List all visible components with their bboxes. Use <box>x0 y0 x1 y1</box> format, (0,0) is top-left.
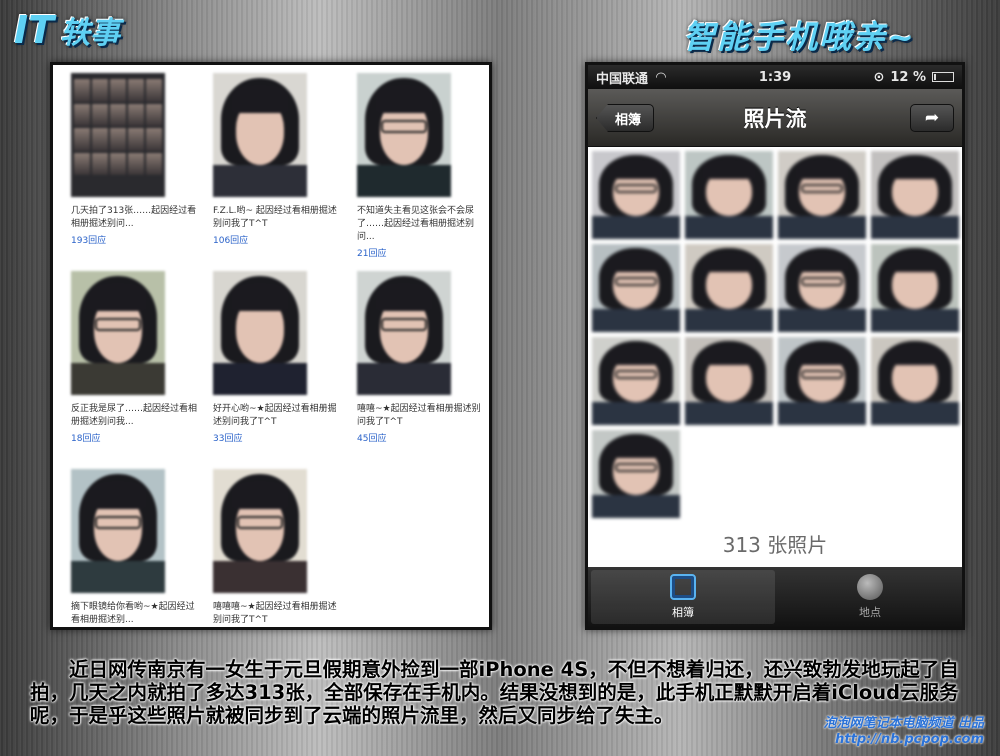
photo-stream-thumbnail[interactable] <box>592 151 680 239</box>
photo-stream-thumbnail[interactable] <box>685 244 773 332</box>
photo-thumbnail[interactable] <box>71 271 165 395</box>
page-headline: 智能手机哦亲~ <box>683 18 916 56</box>
photo-caption: 反正我是尿了……起因经过看相册掘述别问我... <box>71 404 198 427</box>
photo-thumbnail[interactable] <box>357 271 451 395</box>
page-title: 照片流 <box>743 106 807 131</box>
credit-url[interactable]: http://nb.pcpop.com <box>835 732 984 747</box>
photo-stream-thumbnail[interactable] <box>871 244 959 332</box>
list-item[interactable]: 几天拍了313张……起因经过看相册掘述别问... 193回应 <box>71 73 196 246</box>
tab-label: 相簿 <box>672 606 694 619</box>
reply-count-link[interactable]: 193回应 <box>71 233 171 246</box>
photo-caption: 嘻嘻嘻~★起因经过看相册掘述别问我了T^T <box>213 602 337 625</box>
photo-caption: 摘下眼镜给你看哟~★起因经过看相册掘述别... <box>71 602 195 625</box>
photo-stream-thumbnail[interactable] <box>592 430 680 518</box>
battery-percent: 12 % <box>890 69 926 85</box>
photo-stream-thumbnail[interactable] <box>871 151 959 239</box>
photo-stream-thumbnail[interactable] <box>778 337 866 425</box>
photo-caption: 好开心哟~★起因经过看相册掘述别问我了T^T <box>213 404 337 427</box>
lock-icon: ⊙ <box>873 69 885 85</box>
photo-thumbnail[interactable] <box>71 73 165 197</box>
photo-stream-thumbnail[interactable] <box>778 151 866 239</box>
photo-thumbnail[interactable] <box>357 73 451 197</box>
iphone-photo-stream-screen: 中国联通 ◠ 1:39 ⊙ 12 % 相簿 照片流 ➦ 313 张照片 相簿 地… <box>585 62 965 630</box>
tab-bar: 相簿 地点 <box>588 567 962 627</box>
globe-icon <box>857 574 883 600</box>
photo-caption: 几天拍了313张……起因经过看相册掘述别问... <box>71 206 197 229</box>
list-item[interactable]: F.Z.L.哟~ 起因经过看相册掘述别问我了T^T 106回应 <box>213 73 337 246</box>
list-item[interactable]: 好开心哟~★起因经过看相册掘述别问我了T^T 33回应 <box>213 271 337 444</box>
list-item[interactable]: 不知道失主看见这张会不会尿了……起因经过看相册掘述别问... 21回应 <box>357 73 474 259</box>
reply-count-link[interactable]: 45回应 <box>357 431 457 444</box>
photo-thumbnail[interactable] <box>213 73 307 197</box>
tab-albums[interactable]: 相簿 <box>591 570 775 624</box>
list-item[interactable]: 嘻嘻嘻~★起因经过看相册掘述别问我了T^T <box>213 469 337 629</box>
photo-stream-thumbnail[interactable] <box>685 151 773 239</box>
wifi-icon: ◠ <box>656 69 667 85</box>
list-item[interactable]: 嘻嘻~★起因经过看相册掘述别问我了T^T 45回应 <box>357 271 481 444</box>
it-anecdote-logo: IT 轶事 <box>14 8 120 52</box>
list-item[interactable]: 摘下眼镜给你看哟~★起因经过看相册掘述别... <box>71 469 195 629</box>
photo-caption: F.Z.L.哟~ 起因经过看相册掘述别问我了T^T <box>213 206 337 229</box>
reply-count-link[interactable]: 106回应 <box>213 233 313 246</box>
photo-stream-thumbnail[interactable] <box>592 244 680 332</box>
navigation-bar: 相簿 照片流 ➦ <box>588 89 962 147</box>
back-to-albums-button[interactable]: 相簿 <box>596 104 655 132</box>
list-item[interactable]: 反正我是尿了……起因经过看相册掘述别问我... 18回应 <box>71 271 197 444</box>
carrier-label: 中国联通 <box>596 71 649 87</box>
photo-stream-thumbnail[interactable] <box>592 337 680 425</box>
photo-caption: 嘻嘻~★起因经过看相册掘述别问我了T^T <box>357 404 481 427</box>
albums-icon <box>670 574 696 600</box>
logo-cn-text: 轶事 <box>60 16 121 51</box>
photo-thumbnail[interactable] <box>213 469 307 593</box>
forum-photo-grid: 几天拍了313张……起因经过看相册掘述别问... 193回应 F.Z.L.哟~ … <box>50 62 492 630</box>
photo-thumbnail[interactable] <box>213 271 307 395</box>
photo-caption: 不知道失主看见这张会不会尿了……起因经过看相册掘述别问... <box>357 206 475 242</box>
status-bar: 中国联通 ◠ 1:39 ⊙ 12 % <box>588 65 962 89</box>
reply-count-link[interactable]: 33回应 <box>213 431 313 444</box>
credit-line: 泡泡网笔记本电脑频道 出品 <box>823 716 984 731</box>
photo-count-label: 313 张照片 <box>722 533 828 557</box>
share-icon[interactable]: ➦ <box>910 104 954 132</box>
photo-thumbnail[interactable] <box>71 469 165 593</box>
reply-count-link[interactable]: 21回应 <box>357 246 457 259</box>
photo-stream-thumbnail[interactable] <box>685 337 773 425</box>
tab-label: 地点 <box>859 606 881 619</box>
photo-stream-thumbnail[interactable] <box>778 244 866 332</box>
photo-stream-grid <box>588 147 962 518</box>
tab-places[interactable]: 地点 <box>778 567 962 627</box>
battery-icon <box>932 72 954 82</box>
logo-it-text: IT <box>14 8 55 52</box>
photo-stream-thumbnail[interactable] <box>871 337 959 425</box>
reply-count-link[interactable]: 18回应 <box>71 431 171 444</box>
